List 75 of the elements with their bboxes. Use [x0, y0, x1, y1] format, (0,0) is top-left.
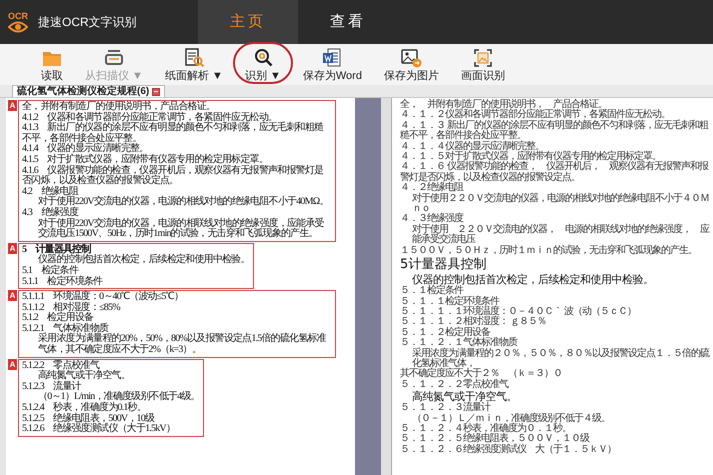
toolbar-button[interactable]: 纸面解析 ▼ — [160, 44, 227, 85]
text-line: ４．１．２仪器和各调节器部分应能正常调节，各紧固件应无松动。 — [400, 110, 670, 120]
app-logo: OCR — [4, 5, 32, 39]
text-line: 4.3 绝缘强度 — [22, 208, 80, 218]
text-block[interactable]: 5.1.1.1 环境温度：0～40℃（波动≤5℃） 5.1.1.2 相对湿度：≤85% 5.1.2 检定用设备 5.1.2.1 气体标准物质 采用浓度为满量程的20%，50%，80%以及报警设定点1.5倍的硫化氢标准气体，其不确定度应不大于2%（k=3）。 — [18, 290, 336, 358]
nav-tab[interactable]: 查看 — [298, 0, 398, 44]
text-block-marker[interactable]: A — [8, 100, 17, 111]
text-line: 4.1.3 新出厂的仪器的涂层不应有明显的颜色不匀和剥落，应无毛刺和粗糙不平，各部件接合处应平整。 — [22, 123, 324, 144]
scrollbar[interactable] — [355, 98, 381, 475]
text-line: ５．１．２检定用设备 — [400, 328, 490, 338]
text-line: ５．１．２．６绝缘强度测试仪 大（于１．５ｋＶ） — [400, 444, 617, 456]
document-tab[interactable]: 硫化氢气体检测仪检定规程(6) — [12, 85, 166, 97]
text-line: 5.1.1.1 环境温度：0～40℃（波动≤5℃） — [22, 292, 184, 302]
text-line: 4.1.4 仪器的显示应清晰完整。 — [22, 144, 148, 154]
image-arrow-icon — [400, 46, 422, 68]
text-line: ５．１．１检定环境条件 — [400, 296, 500, 306]
text-line: ５．１检定条件 — [400, 286, 464, 296]
text-block[interactable]: 5 计量器具控制 仪器的控制包括首次检定，后续检定和使用中检验。 5.1 检定条件 5.1.1 检定环境条件 — [18, 242, 254, 290]
text-line: ５．１．２．３流量计 — [400, 403, 492, 414]
text-line: ５．１．２．２零点校准气 — [400, 380, 510, 390]
text-line: （０－１）Ｌ／ｍｉｎ，准确度级别不低于４级。 — [411, 414, 611, 424]
toolbar-button[interactable]: 画面识别 — [456, 44, 509, 85]
text-line: 4.1.5 对于扩散式仪器，应附带有仪器专用的检定用标定罩。 — [22, 154, 268, 165]
document-magnifier-icon — [182, 46, 205, 68]
text-block[interactable] — [18, 100, 336, 242]
text-line: 对于使用220V交流电的仪器，电源的相联线对地的绝缘强度，应能承受交流电压1500V、50Hz，历时1min的试验，无击穿和飞弧现象的产生。 — [37, 218, 325, 240]
text-line: １５００Ｖ，５０Ｈｚ，历时１ｍｉｎ的试验，无击穿和飞弧现象的产生。 — [400, 246, 698, 256]
text-line: 5.1.1.2 相对湿度：≤85% — [22, 302, 122, 313]
text-line: 5.1.1 检定环境条件 — [22, 276, 104, 288]
text-line: 5.1.2.2 零点校准气 — [22, 360, 100, 371]
text-line: 其不确定度应不大于２％ （ｋ＝３）０ — [400, 369, 563, 380]
text-line: （0～1）L/min，准确度级别不低于4级。 — [37, 392, 200, 402]
text-line: ４．３绝缘强度 — [400, 214, 464, 224]
text-block-marker[interactable]: A — [8, 242, 17, 254]
toolbar-button[interactable]: 保存为图片 — [380, 44, 443, 85]
text-line: 5.1.2.1 气体标准物质 — [22, 324, 109, 334]
text-block-marker[interactable]: A — [8, 290, 17, 302]
text-line: 高纯氮气或干净空气。 — [37, 371, 132, 382]
text-line: 4.1.2 仪器和各调节器部分应能正常调节，各紧固件应无松动。 — [22, 112, 278, 123]
text-line: 5.1.2 检定用设备 — [22, 313, 94, 324]
text-line: ４．１．３ 新出厂的仪器的涂层不应有明显的颜色不匀和剥落，应无毛刺和粗糙不平，各部件接合处应平整。 — [400, 120, 710, 142]
text-line: 对于使用220V交流电的仪器，电源的相线对地的绝缘电阻不小于40MΩ。 — [37, 197, 330, 208]
text-line: 4.1.6 仪器报警功能的检查，仪器开机后，观察仪器有无报警声和报警灯是否闪烁，以及检查仪器的报警设定点。 — [22, 166, 324, 186]
app-title: 捷速OCR文字识别 — [38, 14, 138, 31]
nav-tab[interactable]: 主页 — [198, 0, 298, 44]
text-block-marker[interactable]: A — [8, 358, 17, 370]
text-block[interactable]: 5.1.2.2 零点校准气 高纯氮气或干净空气。 5.1.2.3 流量计 （0～1）L/min，准确度级别不低于4级。 5.1.2.4 秒表，准确度为0.1秒。 5.1.2.5 绝缘电阻表，500V，10级 5.1.2.6 绝缘强度测试仪（大于1.5kV） — [18, 358, 204, 437]
text-line: 4.2 绝缘电阻 — [22, 186, 79, 197]
text-line: ４．２绝缘电阻 — [400, 183, 464, 194]
text-line: 5.1.2.4 秒表，准确度为0.1秒。 — [22, 403, 146, 414]
text-line: 5.1 检定条件 — [22, 266, 79, 276]
text-line: ４．１．６ 仪器报警功能的检查， 仪器开机后， 观察仪器有无报警声和报警灯是否闪烁，以及检查仪器的报警设定点。 — [400, 162, 710, 183]
word-document-icon — [321, 46, 344, 68]
text-line: ５．１．１．２相对湿度： ｇ８５％ — [400, 317, 548, 328]
text-line: 全，并附有制造厂的使用说明书，产品合格证。 — [22, 102, 216, 112]
toolbar-button[interactable]: 读取 — [37, 44, 67, 85]
section-heading: 5计量器具控制 — [400, 257, 488, 274]
text-line: ５．１．２．１气体标准物质 — [400, 338, 518, 348]
text-line: 5.1.2.3 流量计 — [22, 382, 82, 392]
text-line: 对于使用 ２２０Ｖ交流电的仪器， 电源的相联线对地的绝缘强度， 应能承受交流电压 — [411, 224, 710, 246]
text-line: 5.1.2.6 绝缘强度测试仪（大于1.5kV） — [22, 424, 176, 435]
text-line: 5.1.2.5 绝缘电阻表，500V，10级 — [22, 414, 154, 424]
text-line: 采用浓度为满量程的２０％，５０％，８０％以及报警设定点１．５倍的硫化氢标准气体， — [412, 348, 710, 369]
text-line: 仪器的控制包括首次检定，后续检定和使用中检验。 — [37, 255, 250, 266]
text-line: ４．１．４仪器的显示应清晰完整。 — [400, 142, 544, 152]
toolbar-button[interactable]: 保存为Word — [298, 44, 366, 85]
text-line: ５．１．２．５绝缘电阻表，５００Ｖ，１０级 — [400, 434, 590, 444]
framed-image-icon — [472, 46, 494, 68]
section-heading: 5 计量器具控制 — [22, 244, 91, 255]
text-line: ５．１．１．１环境温度：０－４０Ｃ｀ 波（动（５ｃＣ） — [400, 306, 638, 317]
toolbar-button[interactable]: 识别 ▼ — [240, 44, 285, 85]
close-icon[interactable] — [152, 88, 160, 96]
text-line: 全， 并附有制造厂的使用说明书， 产品合格证。 — [400, 100, 607, 110]
text-line: 采用浓度为满量程的20%，50%，80%以及报警设定点1.5倍的硫化氢标准气体，其不确定度应不大于2%（k=3）。 — [37, 334, 328, 356]
text-line: ５．１．２．４秒表，准确度为０．１秒。 — [400, 424, 572, 434]
